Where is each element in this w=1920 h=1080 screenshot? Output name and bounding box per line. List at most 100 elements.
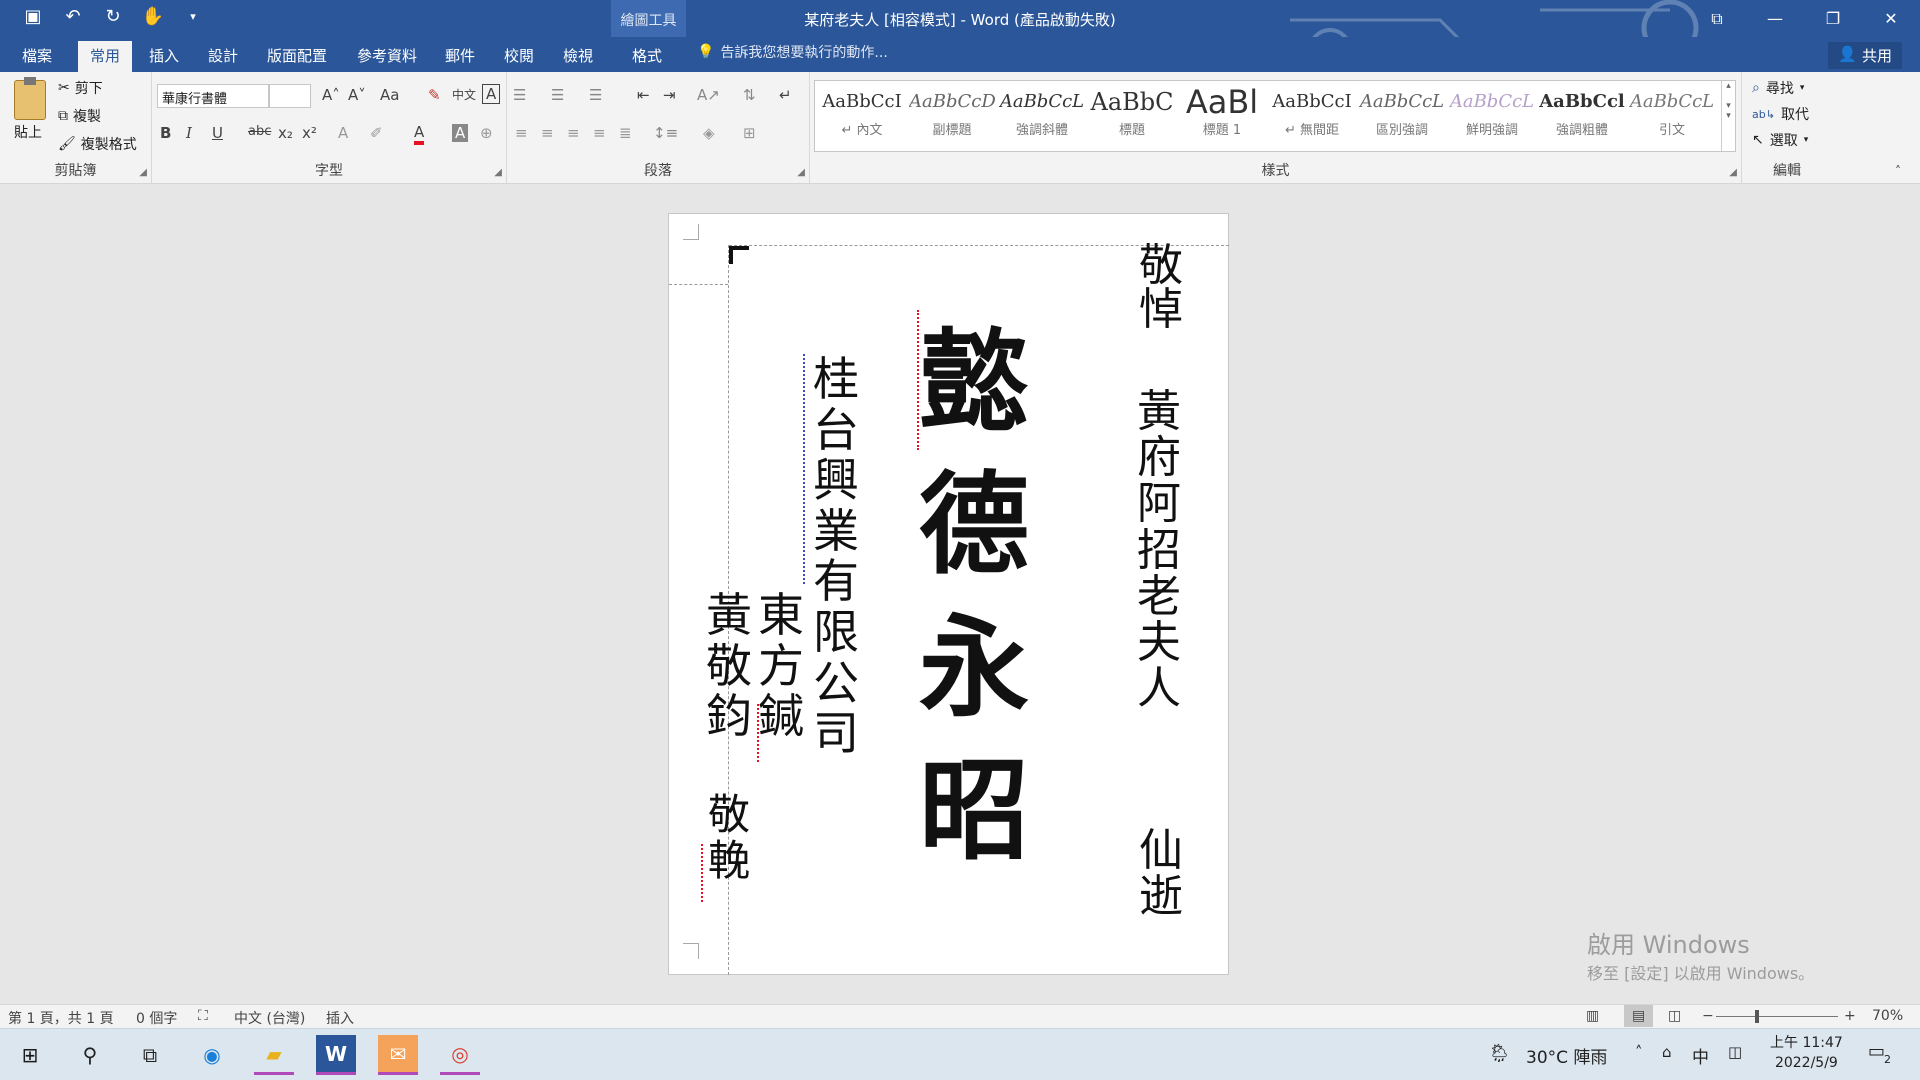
file-explorer-icon[interactable]: ▰ <box>254 1035 294 1075</box>
justify-icon[interactable]: ≡ <box>593 124 606 142</box>
text-col-1[interactable]: 敬悼 <box>1131 244 1191 332</box>
tab-insert[interactable]: 插入 <box>137 41 191 72</box>
bullets-icon[interactable]: ☰ <box>513 86 526 104</box>
style-tile[interactable]: AaBbCcI ↵ 無間距 <box>1269 85 1355 147</box>
chrome-icon[interactable]: ◎ <box>440 1035 480 1075</box>
style-tile[interactable]: AaBbCcL 鮮明強調 <box>1449 85 1535 147</box>
ime-indicator[interactable]: 中 <box>1692 1043 1709 1068</box>
signatory-1[interactable]: 東方鍼 <box>755 590 807 742</box>
gallery-scroll[interactable]: ▴ ▾ ▾ <box>1721 81 1735 151</box>
collapse-ribbon-icon[interactable]: ˄ <box>1895 164 1901 178</box>
zoom-out-button[interactable]: − <box>1702 1008 1714 1024</box>
redo-icon[interactable]: ↻ <box>100 6 126 27</box>
chevron-up-icon[interactable]: ˄ <box>1635 1043 1643 1061</box>
word-icon[interactable]: W <box>316 1035 356 1075</box>
network-icon[interactable]: ⌂ <box>1662 1043 1672 1061</box>
find-button[interactable]: ⌕ 尋找 ▾ <box>1752 78 1804 98</box>
tab-review[interactable]: 校閱 <box>492 41 546 72</box>
format-painter-button[interactable]: 🖌 複製格式 <box>58 134 137 154</box>
align-left-icon[interactable]: ≡ <box>515 124 528 142</box>
show-marks-icon[interactable]: ↵ <box>779 86 792 104</box>
paste-label[interactable]: 貼上 <box>14 122 42 142</box>
borders-icon[interactable]: ⊞ <box>743 124 756 142</box>
edge-icon[interactable]: ◉ <box>192 1035 232 1075</box>
char-shading-icon[interactable]: A <box>452 124 469 142</box>
bold-button[interactable]: B <box>160 124 171 142</box>
task-view-icon[interactable]: ⧉ <box>130 1035 170 1075</box>
replace-button[interactable]: ab↳ 取代 <box>1752 104 1809 124</box>
close-button[interactable]: ✕ <box>1862 0 1920 37</box>
tab-layout[interactable]: 版面配置 <box>255 41 339 72</box>
font-color-icon[interactable]: A <box>414 124 425 145</box>
minimize-button[interactable]: — <box>1746 0 1804 37</box>
cut-button[interactable]: ✂ 剪下 <box>58 78 103 98</box>
text-col-2[interactable]: 黃府阿招老夫人 <box>1129 388 1189 712</box>
search-icon[interactable]: ⚲ <box>70 1035 110 1075</box>
tell-me-box[interactable]: 💡 告訴我您想要執行的動作... <box>697 42 888 62</box>
tab-format[interactable]: 格式 <box>620 41 674 72</box>
copy-button[interactable]: ⧉ 複製 <box>58 106 101 126</box>
tab-design[interactable]: 設計 <box>196 41 250 72</box>
distributed-icon[interactable]: ≣ <box>619 124 632 142</box>
ribbon-display-icon[interactable]: ⧉ <box>1688 0 1746 37</box>
font-launcher-icon[interactable]: ◢ <box>494 167 502 178</box>
paste-icon[interactable] <box>14 77 46 120</box>
clock[interactable]: 上午 11:47 2022/5/9 <box>1770 1033 1843 1073</box>
shrink-font-icon[interactable]: A˅ <box>348 86 366 104</box>
font-size-box[interactable] <box>269 84 311 108</box>
sort-icon[interactable]: ⇅ <box>743 86 756 104</box>
style-tile[interactable]: AaBbCcL 強調斜體 <box>999 85 1085 147</box>
decrease-indent-icon[interactable]: ⇤ <box>637 86 650 104</box>
save-icon[interactable]: ▣ <box>20 6 46 27</box>
numbering-icon[interactable]: ☰ <box>551 86 564 104</box>
highlight-icon[interactable]: ✐ <box>370 124 383 142</box>
insert-mode[interactable]: 插入 <box>326 1008 354 1028</box>
signatory-2[interactable]: 黃敬鈞 <box>703 590 755 742</box>
notification-icon[interactable]: ▭ <box>1868 1041 1885 1062</box>
tab-references[interactable]: 參考資料 <box>345 41 429 72</box>
word-count[interactable]: 0 個字 <box>136 1008 177 1028</box>
subscript-button[interactable]: x₂ <box>278 124 293 142</box>
font-name-box[interactable]: 華康行書體 <box>157 84 269 108</box>
multilevel-list-icon[interactable]: ☰ <box>589 86 602 104</box>
tab-home[interactable]: 常用 <box>78 41 133 72</box>
weather-icon[interactable]: 🌦 <box>1488 1043 1511 1064</box>
zoom-thumb[interactable] <box>1754 1010 1759 1023</box>
print-layout-icon[interactable]: ▤ <box>1624 1005 1654 1027</box>
text-effects-icon[interactable]: A <box>338 124 348 142</box>
share-button[interactable]: 👤 共用 <box>1828 42 1902 69</box>
ime-mode-icon[interactable]: ◫ <box>1728 1043 1742 1061</box>
closing-text[interactable]: 敬輓 <box>703 791 755 884</box>
tab-file[interactable]: 檔案 <box>10 41 64 72</box>
phonetic-guide-button[interactable]: 中文 <box>452 86 476 103</box>
style-tile[interactable]: AaBbCcL 區別強調 <box>1359 85 1445 147</box>
touch-mode-icon[interactable]: ✋ <box>140 6 166 27</box>
select-button[interactable]: ↖ 選取 ▾ <box>1752 130 1808 150</box>
paragraph-launcher-icon[interactable]: ◢ <box>797 167 805 178</box>
zoom-in-button[interactable]: + <box>1844 1008 1856 1024</box>
restore-button[interactable]: ❐ <box>1804 0 1862 37</box>
company-name[interactable]: 桂台興業有限公司 <box>807 354 865 759</box>
anchor-corner[interactable] <box>729 246 749 264</box>
tab-mailings[interactable]: 郵件 <box>433 41 487 72</box>
style-tile[interactable]: AaBl 標題 1 <box>1179 85 1265 147</box>
increase-indent-icon[interactable]: ⇥ <box>663 86 676 104</box>
read-mode-icon[interactable]: ▥ <box>1586 1008 1599 1024</box>
line-spacing-icon[interactable]: ↕≡ <box>653 124 678 142</box>
language-status[interactable]: 中文 (台灣) <box>234 1008 305 1028</box>
web-layout-icon[interactable]: ◫ <box>1668 1008 1681 1024</box>
text-direction-icon[interactable]: A↗ <box>697 86 720 104</box>
clipboard-launcher-icon[interactable]: ◢ <box>139 167 147 178</box>
enclose-char-icon[interactable]: ⊕ <box>480 124 493 142</box>
main-title[interactable]: 懿德永昭 <box>909 310 1039 882</box>
tab-view[interactable]: 檢視 <box>551 41 605 72</box>
document-page[interactable]: 敬悼 黃府阿招老夫人 仙逝 懿德永昭 桂台興業有限公司 東方鍼 黃敬鈞 敬輓 <box>668 213 1229 975</box>
style-tile[interactable]: AaBbCcl 強調粗體 <box>1539 85 1625 147</box>
underline-button[interactable]: U <box>212 124 223 142</box>
char-border-icon[interactable]: A <box>482 84 501 104</box>
change-case-button[interactable]: Aa <box>380 86 399 104</box>
style-tile[interactable]: AaBbCcI ↵ 內文 <box>819 85 905 147</box>
grow-font-icon[interactable]: A˄ <box>322 86 340 104</box>
proofing-icon[interactable]: ⛶ <box>198 1008 208 1024</box>
style-tile[interactable]: AaBbCcD 副標題 <box>909 85 995 147</box>
